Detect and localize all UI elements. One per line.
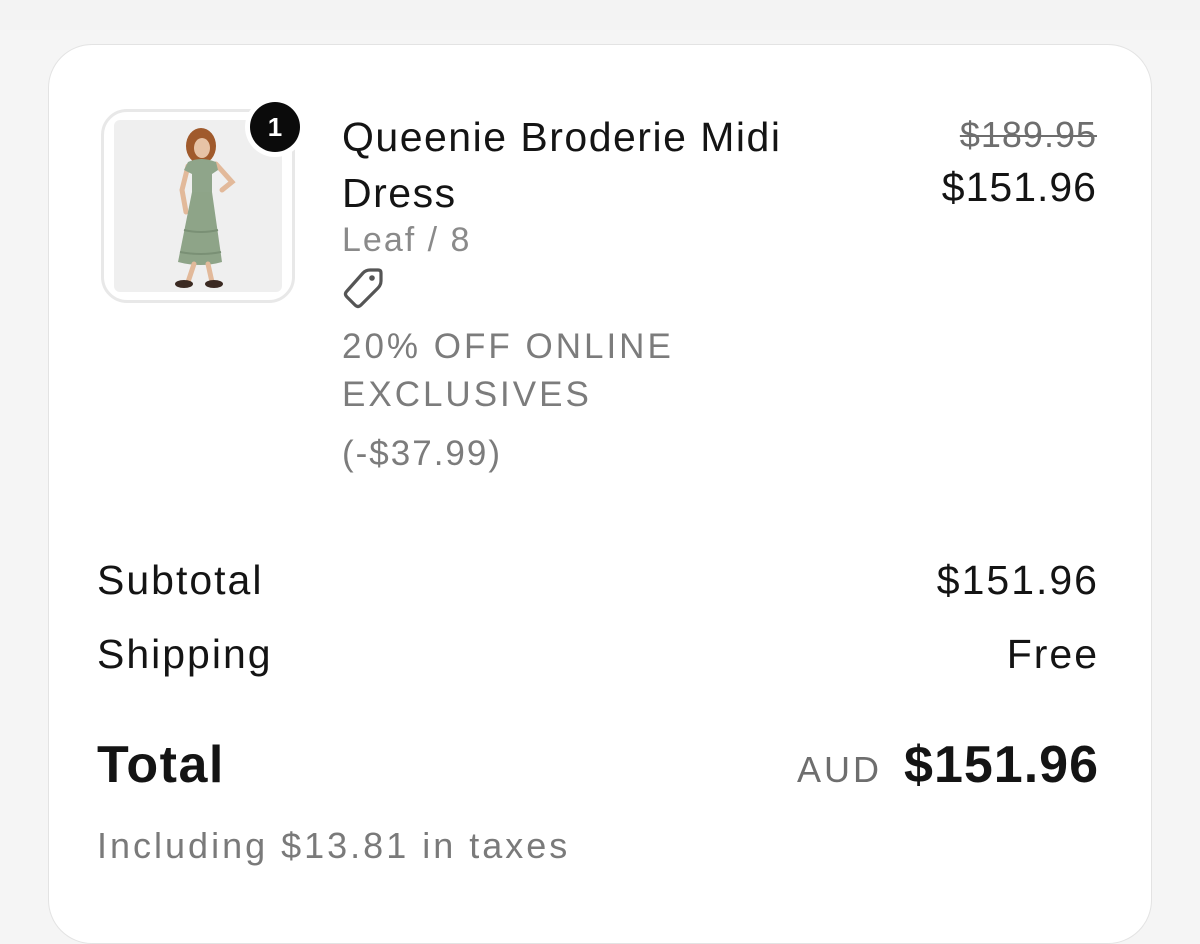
sale-price: $151.96: [941, 164, 1097, 210]
product-name: Queenie Broderie Midi Dress: [342, 114, 782, 216]
subtotal-value: $151.96: [936, 557, 1099, 603]
product-variant: Leaf / 8: [342, 221, 472, 259]
subtotal-label: Subtotal: [97, 557, 264, 603]
shipping-value: Free: [1006, 631, 1099, 677]
total-currency: AUD: [797, 749, 883, 790]
page-top-area: [0, 0, 1200, 30]
quantity-count: 1: [250, 102, 300, 152]
original-price: $189.95: [959, 114, 1097, 155]
discount-tag-icon: [343, 268, 383, 309]
total-label: Total: [97, 736, 225, 794]
shipping-row: Shipping Free: [97, 631, 1099, 678]
line-item-prices: $189.95 $151.96: [942, 113, 1097, 217]
discount-name: 20% OFF ONLINE EXCLUSIVES: [342, 327, 674, 414]
order-summary-card: 1 Queenie Broderie Midi Dress Leaf / 8 2…: [48, 44, 1152, 944]
discount-amount: (-$37.99): [342, 434, 503, 473]
total-value: $151.96: [904, 736, 1099, 794]
tax-note: Including $13.81 in taxes: [97, 825, 571, 866]
shipping-label: Shipping: [97, 631, 273, 677]
total-row: Total AUD $151.96: [97, 735, 1099, 795]
subtotal-row: Subtotal $151.96: [97, 557, 1099, 604]
quantity-badge: 1: [245, 97, 305, 157]
total-amount-group: AUD $151.96: [797, 735, 1099, 795]
